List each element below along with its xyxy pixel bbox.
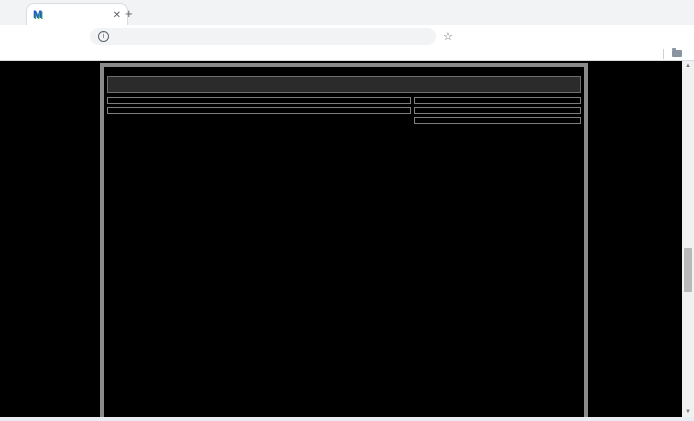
bookmarks-bar bbox=[0, 47, 694, 61]
bookmarks-right bbox=[655, 49, 686, 59]
other-bookmarks-button[interactable] bbox=[672, 50, 686, 57]
window-bottom-edge bbox=[0, 417, 694, 421]
url-bar[interactable]: i bbox=[90, 28, 436, 45]
page-info-icon[interactable]: i bbox=[98, 31, 109, 42]
ipv4-states-panel bbox=[107, 97, 411, 104]
folder-icon bbox=[672, 50, 682, 57]
divider bbox=[663, 49, 664, 59]
tab-strip: M ✕ + bbox=[0, 0, 694, 25]
ipv6-states-panel bbox=[107, 107, 411, 114]
passive-close-panel bbox=[414, 107, 581, 114]
monitorix-page: ▲ ▼ bbox=[0, 61, 694, 417]
scrollbar-up-icon[interactable]: ▲ bbox=[682, 61, 694, 71]
bookmark-star-icon[interactable]: ☆ bbox=[443, 30, 453, 43]
tab-close-icon[interactable]: ✕ bbox=[113, 10, 121, 21]
monitorix-favicon-icon: M bbox=[33, 10, 42, 21]
browser-toolbar: i ☆ bbox=[0, 25, 694, 47]
section-header bbox=[107, 76, 581, 93]
new-tab-button[interactable]: + bbox=[125, 7, 133, 20]
udp-statistics-panel bbox=[414, 117, 581, 124]
browser-tab[interactable]: M ✕ bbox=[26, 3, 128, 26]
netstat-section bbox=[100, 63, 588, 417]
scrollbar-thumb[interactable] bbox=[684, 248, 692, 292]
page-scrollbar[interactable]: ▲ ▼ bbox=[682, 61, 694, 417]
browser-window: M ✕ + i ☆ bbox=[0, 0, 694, 421]
scrollbar-down-icon[interactable]: ▼ bbox=[682, 407, 694, 417]
active-close-panel bbox=[414, 97, 581, 104]
